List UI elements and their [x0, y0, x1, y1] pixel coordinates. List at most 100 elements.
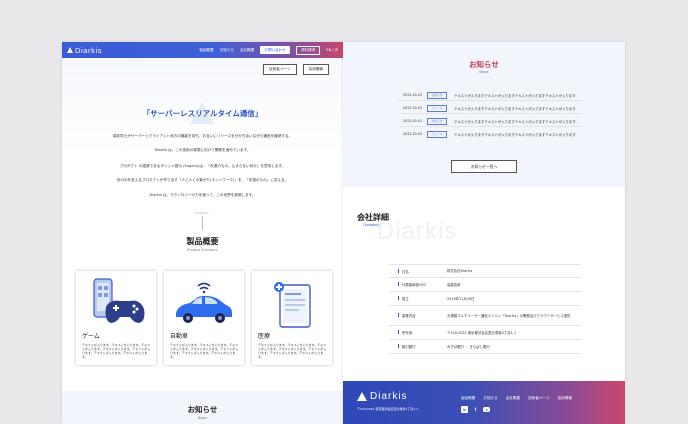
footer-logo-text: Diarkis	[370, 391, 408, 402]
info-label: 社名	[389, 268, 447, 274]
nav-link-products[interactable]: 製品概要	[199, 48, 213, 53]
company-subtitle: Company	[363, 223, 380, 227]
news-date: 2022.01.01	[403, 106, 423, 111]
logo-triangle-icon	[67, 47, 73, 53]
hero-line-2: Diarkis は、この技術の実現に向けて開発を進めています。	[154, 148, 251, 152]
footer-link-recruit[interactable]: 採用情報	[558, 396, 572, 401]
news-title: お知らせ	[187, 405, 218, 414]
news-section: お知らせ News 2022.01.01 お知らせ テキストが入りますテキストが…	[343, 42, 625, 187]
hero-section: 技術者ページ 採用情報 「サーバーレスリアルタイム通信」 端末同士がサーバーとク…	[62, 58, 343, 230]
site-footer: Diarkis 〒150-0022 東京都渋谷区恵比寿南3丁目1-1 製品概要 …	[343, 381, 625, 424]
news-tag: ニュース	[427, 105, 447, 112]
news-tag: ニュース	[427, 131, 447, 138]
news-date: 2022.01.01	[403, 93, 423, 98]
company-info-row: 社名 株式会社Diarkis	[389, 264, 581, 278]
company-info-row: 事業内容 大規模マルチユーザー通信エンジン「Diarkis」の開発及びクラウドサ…	[389, 306, 581, 326]
company-watermark: Diarkis	[377, 218, 458, 245]
hero-line-5: Diarkis は、テクノロジーの力を使って、この世界を実現します。	[149, 193, 256, 197]
info-label: 事業内容	[389, 313, 447, 318]
recruit-button[interactable]: 採用情報	[302, 64, 329, 75]
info-label: 取引銀行	[389, 344, 447, 349]
header-logo[interactable]: Diarkis	[67, 46, 102, 55]
product-card-title: 自動車	[170, 333, 189, 340]
news-text: テキストが入りますテキストが入りますテキストが入りますテキストが入ります	[454, 93, 576, 98]
news-list-button[interactable]: お知らせ一覧へ	[451, 160, 517, 173]
info-value: 高橋伯彦	[447, 282, 461, 287]
language-switch[interactable]: EN / JP	[326, 48, 338, 52]
company-info-row: 設立 2019年11月28日	[389, 292, 581, 306]
news-text: テキストが入りますテキストが入りますテキストが入りますテキストが入ります	[454, 119, 576, 124]
news-section-preview: お知らせ News	[62, 391, 343, 424]
top-page-preview: Diarkis 製品概要 お知らせ 会社概要 お問い合わせ 資料請求 EN / …	[62, 42, 343, 424]
product-card-game[interactable]: ゲーム テキストが入ります。テキストが入ります。テキストが入ります。テキストが入…	[76, 271, 156, 365]
info-label: 所在地	[389, 330, 447, 335]
news-tag: お知らせ	[427, 118, 447, 125]
company-title: 会社詳細	[357, 213, 389, 222]
hero-line-1: 端末同士がサーバーとクライアント両方の機能を持ち、お互いにリソースを分かち合いな…	[112, 134, 293, 138]
nav-link-company[interactable]: 会社概要	[240, 48, 254, 53]
footer-address: 〒150-0022 東京都渋谷区恵比寿南3丁目1-1	[357, 407, 419, 411]
news-divider	[399, 113, 583, 114]
footer-nav: 製品概要 お知らせ 会社概要 技術者ページ 採用情報	[461, 396, 572, 401]
footer-logo[interactable]: Diarkis	[357, 391, 408, 402]
logo-triangle-icon	[357, 392, 367, 401]
product-card-medical[interactable]: 医療 テキストが入ります。テキストが入ります。テキストが入ります。テキストが入り…	[252, 271, 332, 365]
company-info-row: 代表取締役CEO 高橋伯彦	[389, 278, 581, 292]
product-card-text: テキストが入ります。テキストが入ります。テキストが入ります。テキストが入ります。…	[170, 343, 239, 359]
product-card-car[interactable]: 自動車 テキストが入ります。テキストが入ります。テキストが入ります。テキストが入…	[164, 271, 244, 365]
news-item[interactable]: 2022.01.01 お知らせ テキストが入りますテキストが入りますテキストが入…	[403, 92, 583, 99]
hero-line-3: プロダクト の語源であるギリシャ語の (Sugeny)は、「永遠のもの、止まらな…	[119, 164, 286, 168]
scroll-indicator: SCROLL	[195, 211, 210, 215]
news-item[interactable]: 2022.01.01 ニュース テキストが入りますテキストが入りますテキストが入…	[403, 131, 583, 138]
info-value: 2019年11月28日	[447, 296, 475, 301]
hero-title: 「サーバーレスリアルタイム通信」	[142, 109, 263, 118]
news-tag: お知らせ	[427, 92, 447, 99]
news-text: テキストが入りますテキストが入りますテキストが入りますテキストが入ります	[454, 106, 576, 111]
social-links: in t	[461, 406, 490, 413]
product-card-title: 医療	[258, 333, 271, 340]
footer-link-company[interactable]: 会社概要	[506, 396, 520, 401]
product-card-text: テキストが入ります。テキストが入ります。テキストが入ります。テキストが入ります。…	[82, 343, 151, 359]
info-value: 株式会社Diarkis	[447, 269, 473, 273]
news-text: テキストが入りますテキストが入りますテキストが入りますテキストが入ります	[454, 132, 576, 137]
engineer-page-button[interactable]: 技術者ページ	[263, 64, 297, 75]
news-company-page-preview: お知らせ News 2022.01.01 お知らせ テキストが入りますテキストが…	[343, 42, 625, 424]
info-value: みずほ銀行 ・ きらぼし銀行	[447, 344, 490, 349]
footer-link-products[interactable]: 製品概要	[461, 396, 475, 401]
footer-link-news[interactable]: お知らせ	[483, 396, 497, 401]
site-header: Diarkis 製品概要 お知らせ 会社概要 お問い合わせ 資料請求 EN / …	[62, 42, 343, 58]
info-value: 〒150-0022 東京都渋谷区恵比寿南3丁目1-1	[447, 330, 517, 335]
header-nav: 製品概要 お知らせ 会社概要 お問い合わせ 資料請求 EN / JP	[199, 45, 338, 55]
product-card-title: ゲーム	[82, 333, 100, 340]
twitter-icon[interactable]: t	[472, 406, 479, 413]
company-info-row: 所在地 〒150-0022 東京都渋谷区恵比寿南3丁目1-1	[389, 326, 581, 340]
news-title: お知らせ	[469, 60, 499, 69]
product-cards: ゲーム テキストが入ります。テキストが入ります。テキストが入ります。テキストが入…	[76, 271, 332, 365]
request-docs-button[interactable]: 資料請求	[295, 45, 321, 55]
news-divider	[399, 100, 583, 101]
news-item[interactable]: 2022.01.01 ニュース テキストが入りますテキストが入りますテキストが入…	[403, 105, 583, 112]
products-title: 製品概要	[186, 237, 219, 246]
news-date: 2022.01.01	[403, 132, 423, 137]
news-item[interactable]: 2022.01.01 お知らせ テキストが入りますテキストが入りますテキストが入…	[403, 118, 583, 125]
contact-button[interactable]: お問い合わせ	[260, 46, 290, 54]
medical-tablet-icon	[274, 282, 311, 328]
footer-link-engineers[interactable]: 技術者ページ	[528, 396, 550, 401]
product-card-text: テキストが入ります。テキストが入ります。テキストが入ります。テキストが入ります。…	[258, 343, 327, 359]
scroll-line	[202, 216, 203, 230]
info-label: 設立	[389, 296, 447, 301]
hero-line-4: 世の中を変えるプロダクトが作り出す「人と人との繋がり(ネットワーク)」を、「永遠…	[116, 178, 289, 182]
company-info-row: 取引銀行 みずほ銀行 ・ きらぼし銀行	[389, 340, 581, 354]
news-subtitle: News	[479, 70, 489, 74]
news-subtitle: News	[197, 416, 208, 420]
youtube-icon[interactable]	[483, 407, 490, 412]
logo-text: Diarkis	[75, 45, 103, 55]
linkedin-icon[interactable]: in	[461, 406, 468, 413]
news-date: 2022.01.01	[403, 119, 423, 124]
info-label: 代表取締役CEO	[389, 282, 447, 287]
info-value: 大規模マルチユーザー通信エンジン「Diarkis」の開発及びクラウドサービス提供	[447, 313, 571, 318]
products-subtitle: Product Summary	[187, 248, 218, 252]
game-controller-icon	[93, 278, 145, 323]
nav-link-news[interactable]: お知らせ	[220, 48, 234, 53]
news-divider	[399, 126, 583, 127]
